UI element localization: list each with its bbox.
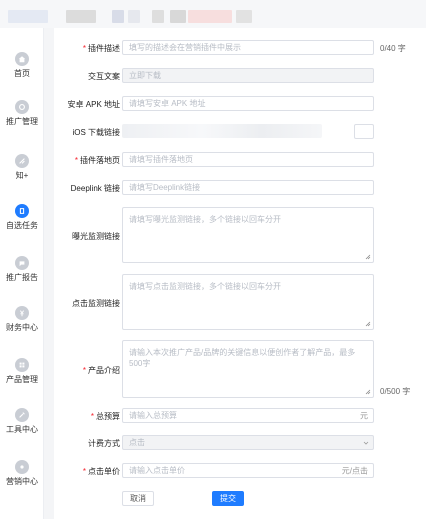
sidebar-item-label: 推广报告 <box>6 273 38 282</box>
sidebar-item-home[interactable]: 首页 <box>0 52 44 79</box>
android-apk-input[interactable]: 请填写安卓 APK 地址 <box>122 96 374 111</box>
blurred-header-block <box>112 10 124 23</box>
sidebar-item-product[interactable]: 产品管理 <box>0 358 44 385</box>
submit-button[interactable]: 提交 <box>212 491 244 506</box>
sidebar-item-label: 推广管理 <box>6 117 38 126</box>
resize-handle-icon[interactable] <box>365 254 371 260</box>
interaction-text-input: 立即下载 <box>122 68 374 83</box>
blurred-header-block <box>236 10 252 23</box>
promotion-icon <box>15 100 29 114</box>
home-icon <box>15 52 29 66</box>
field-label: 安卓 APK 地址 <box>67 100 120 109</box>
field-label: 曝光监测链接 <box>72 232 120 241</box>
field-label: * 总预算 <box>90 412 120 421</box>
ios-link-blurred <box>122 124 322 138</box>
sidebar-item-promotion[interactable]: 推广管理 <box>0 100 44 127</box>
sidebar-item-report[interactable]: 推广报告 <box>0 256 44 283</box>
plugin-form-panel: * 插件描述 填写的描述会在营销插件中展示 0/40 字 交互文案 立即下载 安卓… <box>54 28 426 519</box>
billing-method-select[interactable]: 点击 <box>122 435 374 450</box>
sidebar-item-label: 知+ <box>15 171 29 180</box>
sidebar-item-label: 产品管理 <box>6 375 38 384</box>
product-intro-counter: 0/500 字 <box>380 387 411 396</box>
field-label: * 点击单价 <box>82 467 120 476</box>
field-label: 计费方式 <box>88 439 120 448</box>
yuan-icon <box>15 306 29 320</box>
sidebar-item-tasks[interactable]: 自选任务 <box>0 204 44 231</box>
field-label: * 产品介绍 <box>82 366 120 375</box>
click-monitor-textarea[interactable]: 请填写点击监测链接，多个链接以回车分开 <box>122 274 374 330</box>
required-mark: * <box>90 412 94 421</box>
sidebar-item-finance[interactable]: 财务中心 <box>0 306 44 333</box>
sidebar-item-tools[interactable]: 工具中心 <box>0 408 44 435</box>
blurred-header-block <box>152 10 164 23</box>
field-label: 交互文案 <box>88 72 120 81</box>
unit-suffix: 元/点击 <box>341 466 368 475</box>
blurred-logo <box>8 10 48 23</box>
required-mark: * <box>82 44 86 53</box>
blurred-header-block <box>66 10 96 23</box>
currency-suffix: 元 <box>360 411 368 420</box>
field-label: * 插件描述 <box>82 44 120 53</box>
zhi-plus-icon <box>15 154 29 168</box>
top-bar <box>0 0 426 28</box>
deeplink-input[interactable]: 请填写Deeplink链接 <box>122 180 374 195</box>
blurred-header-block <box>170 10 186 23</box>
sidebar: 首页 推广管理 知+ 自选任务 推广报告 财务中心 产品管理 工具中心 营销中心 <box>0 28 44 519</box>
tools-icon <box>15 408 29 422</box>
field-label: * 插件落地页 <box>74 156 120 165</box>
plugin-desc-input[interactable]: 填写的描述会在营销插件中展示 <box>122 40 374 55</box>
sidebar-item-label: 首页 <box>14 69 30 78</box>
task-icon <box>15 204 29 218</box>
required-mark: * <box>82 467 86 476</box>
ios-link-input[interactable] <box>354 124 374 139</box>
sidebar-item-label: 工具中心 <box>6 425 38 434</box>
sidebar-item-zhi-plus[interactable]: 知+ <box>0 154 44 181</box>
report-icon <box>15 256 29 270</box>
sidebar-item-label: 自选任务 <box>6 221 38 230</box>
required-mark: * <box>74 156 78 165</box>
resize-handle-icon[interactable] <box>365 389 371 395</box>
sidebar-item-label: 营销中心 <box>6 477 38 486</box>
click-price-input[interactable]: 请输入点击单价 元/点击 <box>122 463 374 478</box>
field-label: 点击监测链接 <box>72 299 120 308</box>
field-label: iOS 下载链接 <box>72 128 120 137</box>
total-budget-input[interactable]: 请输入总预算 元 <box>122 408 374 423</box>
exposure-monitor-textarea[interactable]: 请填写曝光监测链接，多个链接以回车分开 <box>122 207 374 263</box>
required-mark: * <box>82 366 86 375</box>
plugin-desc-counter: 0/40 字 <box>380 44 406 53</box>
chevron-down-icon <box>363 441 369 445</box>
blurred-header-block <box>188 10 232 23</box>
blurred-header-block <box>128 10 140 23</box>
landing-page-input[interactable]: 请填写插件落地页 <box>122 152 374 167</box>
product-intro-textarea[interactable]: 请输入本次推广产品/品牌的关键信息以便创作者了解产品，最多500字 <box>122 340 374 398</box>
sidebar-item-label: 财务中心 <box>6 323 38 332</box>
sidebar-item-marketing[interactable]: 营销中心 <box>0 460 44 487</box>
field-label: Deeplink 链接 <box>70 184 120 193</box>
marketing-icon <box>15 460 29 474</box>
cancel-button[interactable]: 取消 <box>122 491 154 506</box>
product-icon <box>15 358 29 372</box>
resize-handle-icon[interactable] <box>365 321 371 327</box>
